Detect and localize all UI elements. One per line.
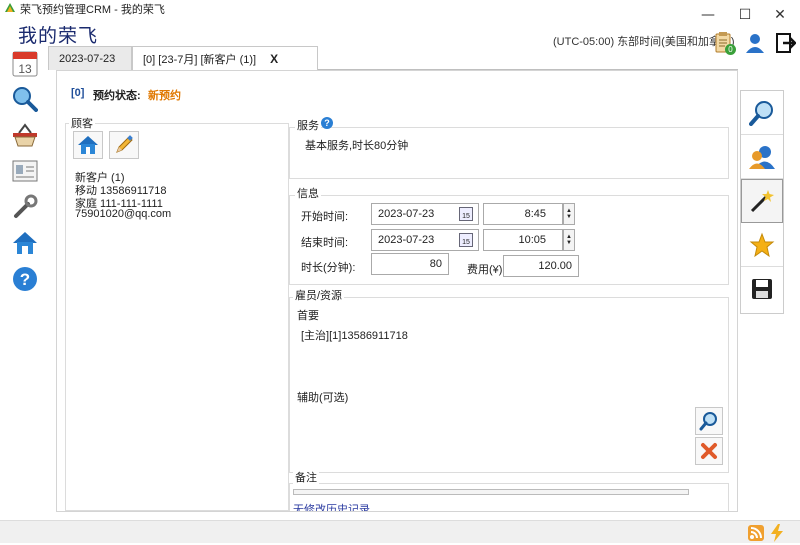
secondary-label: 辅助(可选) (297, 392, 349, 404)
edit-customer-button[interactable] (109, 131, 139, 159)
search-icon (699, 412, 717, 431)
customer-legend: 顾客 (69, 115, 95, 131)
service-description: 基本服务,时长80分钟 (305, 140, 409, 152)
delete-icon (701, 443, 717, 459)
app-logo-icon (5, 3, 15, 12)
wrench-icon[interactable] (10, 192, 40, 222)
close-window-button[interactable]: ✕ (760, 0, 800, 30)
window-title: 荣飞预约管理CRM - 我的荣飞 (20, 4, 165, 16)
tab-close-button[interactable]: X (270, 52, 278, 66)
search-action-button[interactable] (741, 91, 783, 135)
favorite-action-button[interactable] (741, 223, 783, 267)
end-time-field[interactable]: 10:05 (483, 229, 563, 251)
staff-search-button[interactable] (695, 407, 723, 435)
end-time-label: 结束时间: (301, 237, 349, 249)
save-action-button[interactable] (741, 267, 783, 311)
right-action-bar (740, 90, 784, 314)
start-time-value: 8:45 (524, 208, 546, 220)
customer-home-button[interactable] (73, 131, 103, 159)
service-help-icon[interactable]: ? (321, 117, 333, 129)
duration-field[interactable]: 80 (371, 253, 449, 275)
service-legend: 服务 (295, 117, 321, 133)
start-time-spinner[interactable]: ▲ ▼ (563, 203, 575, 225)
maximize-button[interactable]: ☐ (725, 0, 765, 30)
logout-icon[interactable] (776, 32, 796, 54)
tab-appointment[interactable]: [0] [23-7月] [新客户 (1)] X (132, 46, 318, 71)
staff-remove-button[interactable] (695, 437, 723, 465)
lightning-icon[interactable] (770, 524, 784, 542)
pencil-icon (116, 135, 133, 153)
end-date-value: 2023-07-23 (378, 234, 435, 246)
duration-value: 80 (429, 258, 442, 270)
tab-strip: 2023-07-23 [0] [23-7月] [新客户 (1)] X (48, 46, 738, 71)
status-value: 新预约 (148, 90, 181, 102)
search-icon (749, 100, 773, 126)
shopping-basket-icon[interactable] (10, 120, 40, 150)
primary-label: 首要 (297, 310, 319, 322)
end-time-spinner[interactable]: ▲ ▼ (563, 229, 575, 251)
info-legend: 信息 (295, 185, 321, 201)
app-header-title: 我的荣飞 (18, 25, 99, 47)
fee-value: 120.00 (538, 260, 572, 272)
end-time-value: 10:05 (518, 234, 546, 246)
tab-label: [0] [23-7月] [新客户 (1)] (143, 54, 257, 66)
users-icon (749, 145, 775, 169)
star-icon (749, 232, 775, 257)
start-date-value: 2023-07-23 (378, 208, 435, 220)
start-time-field[interactable]: 8:45 (483, 203, 563, 225)
start-date-picker-icon[interactable]: 15 (459, 207, 473, 221)
magic-wand-button[interactable] (741, 179, 783, 223)
users-action-button[interactable] (741, 135, 783, 179)
appointment-panel: [0] 预约状态: 新预约 顾客 新客户 (1) 移动 13586911718 … (56, 70, 738, 512)
help-icon[interactable]: ? (10, 264, 40, 294)
primary-staff-value[interactable]: [主治][1]13586911718 (301, 327, 408, 343)
fee-field[interactable]: 120.00 (503, 255, 579, 277)
status-label: 预约状态: (93, 90, 141, 102)
save-icon (752, 279, 772, 299)
fee-label: 费用(¥): (467, 264, 506, 276)
appointment-id: [0] (71, 87, 85, 99)
status-bar (0, 520, 800, 543)
calendar-day-number: 13 (18, 62, 32, 76)
tab-calendar-day[interactable]: 2023-07-23 (48, 46, 132, 70)
notes-field[interactable] (293, 489, 689, 495)
user-profile-icon[interactable] (744, 32, 766, 54)
magic-wand-icon (750, 190, 774, 213)
duration-label: 时长(分钟): (301, 262, 356, 274)
home-icon[interactable] (10, 228, 40, 258)
window-titlebar: 荣飞预约管理CRM - 我的荣飞 (0, 0, 800, 16)
staff-section (289, 297, 729, 473)
left-nav: 13 ? (8, 48, 44, 298)
start-time-label: 开始时间: (301, 211, 349, 223)
end-date-picker-icon[interactable]: 15 (459, 233, 473, 247)
svg-text:?: ? (20, 270, 30, 289)
tab-label: 2023-07-23 (59, 52, 116, 65)
minimize-button[interactable]: — (688, 0, 728, 30)
calendar-icon[interactable]: 13 (10, 48, 40, 78)
history-link[interactable]: 无修改历史记录 (293, 501, 370, 511)
service-section (289, 127, 729, 179)
notes-legend: 备注 (293, 469, 319, 485)
contact-card-icon[interactable] (10, 156, 40, 186)
customer-email: 75901020@qq.com (75, 208, 172, 220)
search-icon[interactable] (10, 84, 40, 114)
staff-legend: 雇员/资源 (293, 287, 345, 303)
rss-icon[interactable] (748, 525, 764, 541)
